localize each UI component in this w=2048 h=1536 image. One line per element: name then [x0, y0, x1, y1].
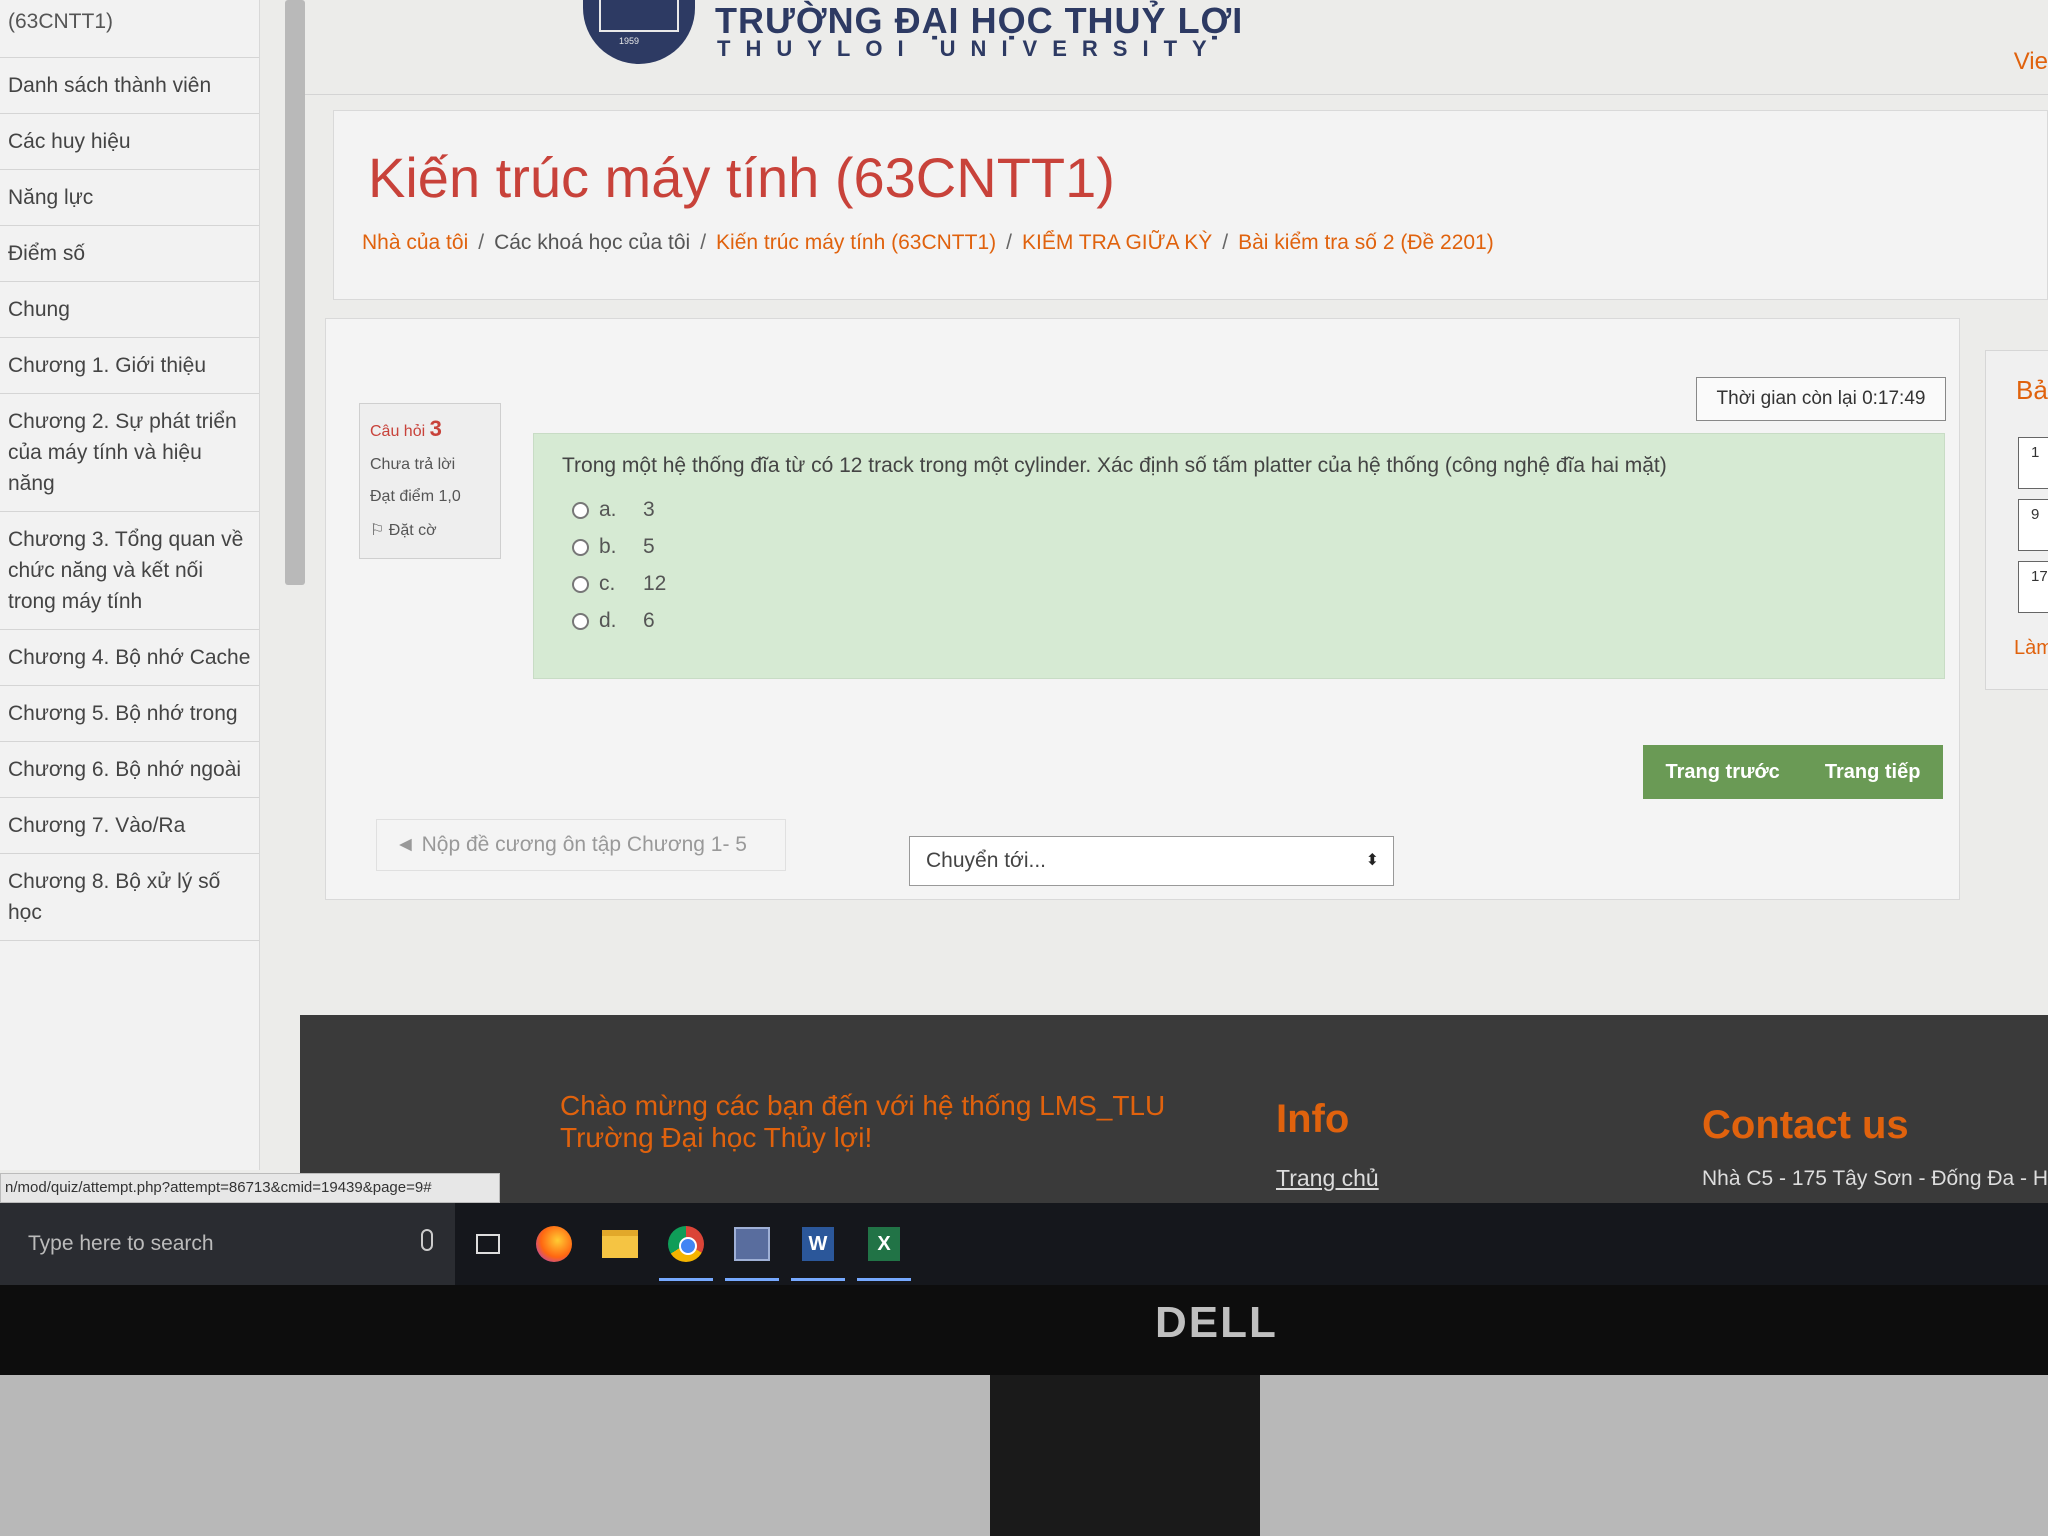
question-text: Trong một hệ thống đĩa từ có 12 track tr…	[562, 454, 1667, 477]
answer-option-d[interactable]: d. 6	[572, 609, 1916, 633]
quiz-navigation-panel: Bả 1 9 17 Làm	[1985, 350, 2048, 690]
panel-title: Bả	[2016, 375, 2048, 405]
question-nav-box-17[interactable]: 17	[2018, 561, 2048, 613]
answer-letter: c.	[599, 572, 616, 595]
university-logo-icon[interactable]: 1959	[583, 0, 695, 64]
monitor-brand-logo: DELL	[1155, 1298, 1278, 1347]
sidebar-item-chapter-2[interactable]: Chương 2. Sự phát triển của máy tính và …	[0, 394, 259, 512]
answer-letter: a.	[599, 498, 617, 521]
sidebar-item-chapter-8[interactable]: Chương 8. Bộ xử lý số học	[0, 854, 259, 941]
search-placeholder: Type here to search	[28, 1232, 214, 1255]
answer-value: 5	[643, 535, 655, 558]
sidebar-item-participants[interactable]: Danh sách thành viên	[0, 58, 259, 114]
page-title: Kiến trúc máy tính (63CNTT1)	[368, 146, 1115, 209]
answer-option-a[interactable]: a. 3	[572, 498, 1916, 522]
answer-value: 6	[643, 609, 655, 632]
footer-home-link[interactable]: Trang chủ	[1276, 1165, 1379, 1192]
question-number: 3	[429, 416, 442, 441]
quiz-panel: Câu hỏi 3 Chưa trả lời Đạt điểm 1,0 ⚐ Đặ…	[325, 318, 1960, 900]
site-footer: Chào mừng các bạn đến với hệ thống LMS_T…	[300, 1015, 2048, 1215]
word-icon[interactable]: W	[785, 1203, 851, 1285]
answer-letter: b.	[599, 535, 617, 558]
breadcrumb-my-courses[interactable]: Các khoá học của tôi	[494, 231, 690, 255]
excel-icon[interactable]: X	[851, 1203, 917, 1285]
sidebar-item-chapter-7[interactable]: Chương 7. Vào/Ra	[0, 798, 259, 854]
question-label: Câu hỏi	[370, 423, 426, 440]
flag-question-button[interactable]: ⚐ Đặt cờ	[370, 520, 490, 540]
windows-taskbar: Type here to search W X	[0, 1203, 2048, 1285]
question-nav-box-1[interactable]: 1	[2018, 437, 2048, 489]
sidebar-item-competencies[interactable]: Năng lực	[0, 170, 259, 226]
breadcrumb-course[interactable]: Kiến trúc máy tính (63CNTT1)	[716, 231, 996, 255]
language-selector[interactable]: Vie	[2014, 48, 2048, 76]
breadcrumb-quiz[interactable]: Bài kiểm tra số 2 (Đề 2201)	[1238, 231, 1494, 255]
course-header: Kiến trúc máy tính (63CNTT1) Nhà của tôi…	[333, 110, 2048, 300]
status-bar-url: n/mod/quiz/attempt.php?attempt=86713&cmi…	[0, 1173, 500, 1203]
sidebar-item-badges[interactable]: Các huy hiệu	[0, 114, 259, 170]
radio-button[interactable]	[572, 575, 589, 593]
sidebar-item-chapter-4[interactable]: Chương 4. Bộ nhớ Cache	[0, 630, 259, 686]
question-status: Chưa trả lời	[370, 456, 456, 473]
breadcrumb-separator: /	[478, 231, 485, 254]
breadcrumb-home[interactable]: Nhà của tôi	[362, 231, 468, 255]
site-header: 1959 TRƯỜNG ĐẠI HỌC THUỶ LỢI THUYLOI UNI…	[305, 0, 2048, 95]
sidebar-item-chapter-1[interactable]: Chương 1. Giới thiệu	[0, 338, 259, 394]
footer-contact-heading: Contact us	[1702, 1103, 1909, 1147]
course-sidebar: (63CNTT1) Danh sách thành viên Các huy h…	[0, 0, 260, 1170]
sidebar-item-chapter-5[interactable]: Chương 5. Bộ nhớ trong	[0, 686, 259, 742]
breadcrumb-separator: /	[1006, 231, 1012, 254]
answer-value: 3	[643, 498, 655, 521]
logo-year: 1959	[619, 36, 640, 46]
sidebar-item-grades[interactable]: Điểm số	[0, 226, 259, 282]
taskbar-search[interactable]: Type here to search	[0, 1203, 455, 1285]
jump-to-select[interactable]: Chuyển tới... ⬍	[909, 836, 1394, 886]
sidebar-item-course-code[interactable]: (63CNTT1)	[0, 0, 259, 58]
finish-attempt-link[interactable]: Làm	[2014, 637, 2048, 660]
task-view-icon[interactable]	[455, 1203, 521, 1285]
radio-button[interactable]	[572, 612, 589, 630]
previous-activity-link[interactable]: ◄ Nộp đề cương ôn tập Chương 1- 5	[376, 819, 786, 871]
answer-option-c[interactable]: c. 12	[572, 572, 1916, 596]
breadcrumb-separator: /	[1222, 231, 1229, 254]
quiz-timer: Thời gian còn lại 0:17:49	[1696, 377, 1946, 421]
answer-option-b[interactable]: b. 5	[572, 535, 1916, 559]
page-navigation: Trang trước Trang tiếp	[1643, 745, 1943, 799]
breadcrumb: Nhà của tôi / Các khoá học của tôi / Kiế…	[362, 231, 1494, 255]
monitor-bezel	[0, 1285, 2048, 1375]
sidebar-scrollbar[interactable]	[285, 0, 305, 585]
breadcrumb-separator: /	[700, 231, 707, 254]
chrome-icon[interactable]	[653, 1203, 719, 1285]
file-explorer-icon[interactable]	[587, 1203, 653, 1285]
monitor-stand	[990, 1375, 1260, 1536]
microphone-icon[interactable]	[421, 1229, 433, 1251]
sidebar-item-general[interactable]: Chung	[0, 282, 259, 338]
footer-info-heading: Info	[1276, 1097, 1350, 1141]
radio-button[interactable]	[572, 501, 589, 519]
breadcrumb-midterm[interactable]: KIỂM TRA GIỮA KỲ	[1022, 231, 1212, 255]
question-info: Câu hỏi 3 Chưa trả lời Đạt điểm 1,0 ⚐ Đặ…	[359, 403, 501, 559]
sidebar-item-chapter-3[interactable]: Chương 3. Tổng quan về chức năng và kết …	[0, 512, 259, 630]
answer-letter: d.	[599, 609, 617, 632]
jump-to-value: Chuyển tới...	[926, 849, 1046, 872]
sidebar-item-chapter-6[interactable]: Chương 6. Bộ nhớ ngoài	[0, 742, 259, 798]
previous-page-button[interactable]: Trang trước	[1666, 761, 1780, 784]
monitor-screen: (63CNTT1) Danh sách thành viên Các huy h…	[0, 0, 2048, 1285]
footer-welcome: Chào mừng các bạn đến với hệ thống LMS_T…	[560, 1090, 1166, 1153]
question-nav-box-9[interactable]: 9	[2018, 499, 2048, 551]
footer-address: Nhà C5 - 175 Tây Sơn - Đống Đa - Hà	[1702, 1167, 2048, 1190]
app-icon[interactable]	[719, 1203, 785, 1285]
flag-icon: ⚐	[370, 522, 385, 539]
next-page-button[interactable]: Trang tiếp	[1825, 761, 1921, 784]
answer-value: 12	[643, 572, 667, 595]
question-content: Trong một hệ thống đĩa từ có 12 track tr…	[533, 433, 1945, 679]
select-arrows-icon: ⬍	[1365, 852, 1379, 869]
flag-label: Đặt cờ	[388, 522, 437, 539]
radio-button[interactable]	[572, 538, 589, 556]
university-name-english: THUYLOI UNIVERSITY	[717, 36, 1222, 61]
question-points: Đạt điểm 1,0	[370, 488, 461, 505]
firefox-icon[interactable]	[521, 1203, 587, 1285]
